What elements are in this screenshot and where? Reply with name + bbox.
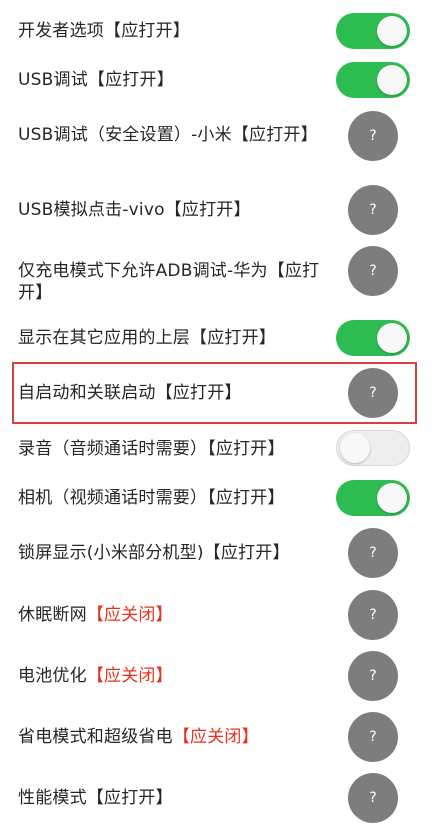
setting-label-main: 省电模式和超级省电 [18, 727, 173, 747]
display-over-apps-toggle[interactable] [336, 320, 410, 356]
setting-label: 仅充电模式下允许ADB调试-华为【应打开】 [18, 261, 320, 303]
developer-options-toggle[interactable] [336, 13, 410, 49]
setting-label-warning: 【应关闭】 [86, 605, 173, 625]
setting-label: 电池优化【应关闭】 [18, 665, 323, 687]
toggle-knob [340, 433, 370, 463]
setting-row-display-over-other-apps[interactable]: 显示在其它应用的上层【应打开】 [0, 318, 437, 358]
setting-label-main: 休眠断网 [18, 605, 87, 625]
setting-label: 录音（音频通话时需要）【应打开】 [18, 439, 285, 459]
setting-label: 显示在其它应用的上层【应打开】 [18, 328, 276, 348]
setting-label: 相机（视频通话时需要）【应打开】 [18, 488, 285, 508]
setting-label: 开发者选项【应打开】 [18, 21, 190, 41]
camera-toggle[interactable] [336, 480, 410, 516]
help-button[interactable]: ? [348, 111, 398, 161]
setting-row-usb-debugging[interactable]: USB调试【应打开】 [0, 62, 437, 104]
help-button[interactable]: ? [348, 528, 398, 578]
help-button[interactable]: ? [348, 246, 398, 296]
setting-row-usb-simulate-click-vivo[interactable]: USB模拟点击-vivo【应打开】 ? [0, 184, 437, 238]
toggle-knob [377, 483, 407, 513]
setting-label: 休眠断网【应关闭】 [18, 604, 323, 626]
setting-label-warning: 【应关闭】 [86, 666, 173, 686]
setting-label: USB调试【应打开】 [18, 70, 174, 90]
help-button[interactable]: ? [348, 590, 398, 640]
help-button[interactable]: ? [348, 185, 398, 235]
setting-row-sleep-network[interactable]: 休眠断网【应关闭】 ? [0, 589, 437, 643]
toggle-knob [377, 323, 407, 353]
help-button[interactable]: ? [348, 712, 398, 762]
setting-label: USB调试（安全设置）-小米【应打开】 [18, 125, 318, 145]
usb-debugging-toggle[interactable] [336, 62, 410, 98]
setting-label-main: 电池优化 [18, 666, 87, 686]
setting-row-performance-mode[interactable]: 性能模式【应打开】 ? [0, 772, 437, 826]
record-audio-toggle[interactable] [336, 430, 410, 466]
setting-label: 锁屏显示(小米部分机型)【应打开】 [18, 543, 290, 563]
setting-row-developer-options[interactable]: 开发者选项【应打开】 [0, 0, 437, 62]
setting-row-record-audio[interactable]: 录音（音频通话时需要）【应打开】 [0, 430, 437, 470]
setting-label: 自启动和关联启动【应打开】 [18, 383, 242, 403]
setting-label: 性能模式【应打开】 [18, 788, 173, 808]
setting-row-power-saving[interactable]: 省电模式和超级省电【应关闭】 ? [0, 711, 437, 765]
help-button[interactable]: ? [348, 368, 398, 418]
help-button[interactable]: ? [348, 773, 398, 823]
setting-row-autostart[interactable]: 自启动和关联启动【应打开】 ? [0, 364, 437, 422]
setting-row-lockscreen-display[interactable]: 锁屏显示(小米部分机型)【应打开】 ? [0, 527, 437, 581]
help-button[interactable]: ? [348, 651, 398, 701]
setting-row-battery-optimization[interactable]: 电池优化【应关闭】 ? [0, 650, 437, 704]
setting-label: 省电模式和超级省电【应关闭】 [18, 726, 323, 748]
toggle-knob [377, 65, 407, 95]
setting-row-charge-only-adb-huawei[interactable]: 仅充电模式下允许ADB调试-华为【应打开】 ? [0, 245, 437, 305]
setting-row-usb-debugging-security-xiaomi[interactable]: USB调试（安全设置）-小米【应打开】 ? [0, 108, 437, 174]
setting-label: USB模拟点击-vivo【应打开】 [18, 200, 251, 220]
setting-label-warning: 【应关闭】 [172, 727, 259, 747]
setting-row-camera[interactable]: 相机（视频通话时需要）【应打开】 [0, 478, 437, 518]
toggle-knob [377, 16, 407, 46]
